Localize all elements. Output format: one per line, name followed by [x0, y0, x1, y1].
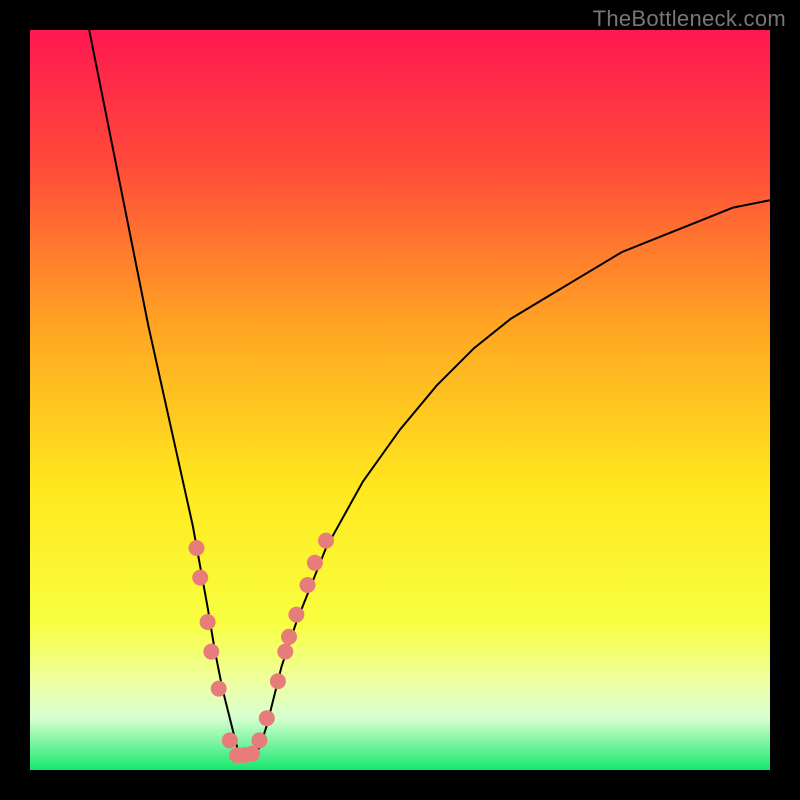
marker-point: [211, 681, 227, 697]
marker-point: [222, 732, 238, 748]
plot-area: [30, 30, 770, 770]
marker-point: [281, 629, 297, 645]
marker-point: [288, 607, 304, 623]
marker-point: [259, 710, 275, 726]
gradient-background: [30, 30, 770, 770]
marker-point: [277, 644, 293, 660]
marker-point: [251, 732, 267, 748]
marker-point: [203, 644, 219, 660]
marker-point: [318, 533, 334, 549]
bottleneck-chart: [30, 30, 770, 770]
watermark-text: TheBottleneck.com: [593, 6, 786, 32]
chart-container: TheBottleneck.com: [0, 0, 800, 800]
marker-point: [270, 673, 286, 689]
marker-point: [192, 570, 208, 586]
marker-point: [307, 555, 323, 571]
marker-point: [189, 540, 205, 556]
marker-point: [200, 614, 216, 630]
marker-point: [300, 577, 316, 593]
